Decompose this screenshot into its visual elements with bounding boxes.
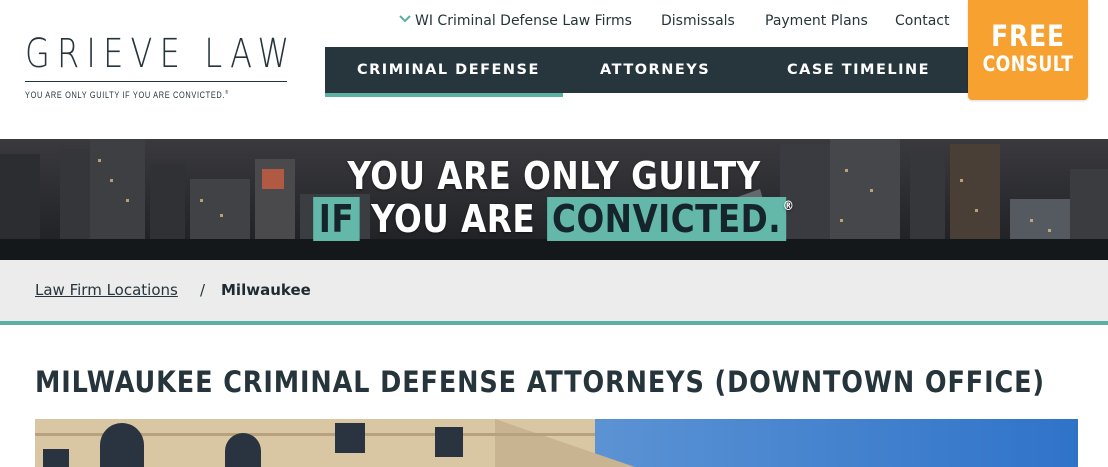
hero-text-you-are: YOU ARE bbox=[371, 197, 536, 241]
registered-mark: ® bbox=[225, 90, 229, 96]
util-nav-payment-plans[interactable]: Payment Plans bbox=[765, 13, 868, 29]
hero-banner: YOU ARE ONLY GUILTY IF YOU ARE CONVICTED… bbox=[0, 139, 1108, 260]
hero-highlight-convicted: CONVICTED. bbox=[546, 197, 787, 241]
cta-line-2: CONSULT bbox=[982, 52, 1074, 76]
nav-active-indicator bbox=[325, 93, 563, 97]
breadcrumb: Law Firm Locations / Milwaukee bbox=[0, 260, 1108, 321]
breadcrumb-accent-rule bbox=[0, 321, 1108, 325]
util-nav-dismissals[interactable]: Dismissals bbox=[661, 13, 735, 29]
free-consult-button[interactable]: FREE CONSULT bbox=[968, 0, 1088, 100]
util-nav-contact[interactable]: Contact bbox=[895, 13, 949, 29]
logo-name: GRIEVE LAW bbox=[25, 31, 297, 77]
nav-criminal-defense[interactable]: CRIMINAL DEFENSE bbox=[357, 47, 540, 93]
main-nav: CRIMINAL DEFENSE ATTORNEYS CASE TIMELINE bbox=[325, 47, 983, 93]
hero-headline-line-2: IF YOU ARE CONVICTED. ® bbox=[78, 197, 1031, 241]
nav-case-timeline[interactable]: CASE TIMELINE bbox=[787, 47, 930, 93]
chevron-down-icon bbox=[399, 13, 411, 29]
util-nav-label: WI Criminal Defense Law Firms bbox=[415, 13, 632, 29]
hero-registered-mark: ® bbox=[782, 199, 795, 214]
nav-attorneys[interactable]: ATTORNEYS bbox=[600, 47, 710, 93]
page-title: MILWAUKEE CRIMINAL DEFENSE ATTORNEYS (DO… bbox=[35, 365, 1045, 399]
util-nav-wi-law-firms[interactable]: WI Criminal Defense Law Firms bbox=[399, 13, 632, 29]
hero-highlight-if: IF bbox=[313, 197, 360, 241]
logo[interactable]: GRIEVE LAW YOU ARE ONLY GUILTY IF YOU AR… bbox=[25, 31, 297, 100]
office-building-photo bbox=[35, 419, 1078, 467]
logo-tagline-text: YOU ARE ONLY GUILTY IF YOU ARE CONVICTED… bbox=[25, 90, 226, 100]
logo-rule bbox=[25, 81, 287, 82]
cta-line-1: FREE bbox=[991, 19, 1065, 53]
hero-headline-line-1: YOU ARE ONLY GUILTY bbox=[347, 154, 761, 198]
breadcrumb-separator: / bbox=[200, 281, 206, 299]
logo-tagline: YOU ARE ONLY GUILTY IF YOU ARE CONVICTED… bbox=[25, 90, 229, 100]
breadcrumb-current: Milwaukee bbox=[221, 281, 311, 299]
breadcrumb-link-locations[interactable]: Law Firm Locations bbox=[35, 281, 178, 299]
